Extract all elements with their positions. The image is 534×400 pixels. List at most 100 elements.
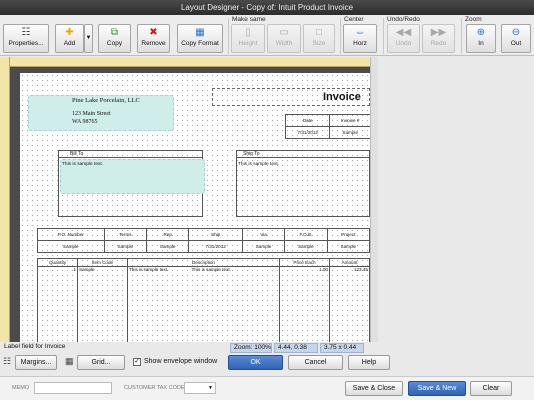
table-row: 1 Sample This is sample text. This is sa… xyxy=(37,266,370,342)
form-footer: MEMO CUSTOMER TAX CODE ▼ Save & Close Sa… xyxy=(0,376,534,400)
margins-icon: ☷ xyxy=(3,356,12,366)
toolbar-separator xyxy=(383,18,384,54)
selection-size: 3.75 x 0.44 xyxy=(320,343,364,353)
properties-button[interactable]: ☷ Properties... xyxy=(3,24,49,53)
date-invoice-table: Date Invoice # 7/31/2012 Sample xyxy=(284,114,370,139)
table-header-cell: F.O.B. xyxy=(284,228,328,241)
table-header-cell: Project xyxy=(326,228,370,241)
undo-redo-group-label: Undo/Redo xyxy=(387,16,420,23)
add-label: Add xyxy=(63,40,76,47)
add-button[interactable]: ✚ Add xyxy=(55,24,84,53)
company-name: Pine Lake Porcelain, LLC xyxy=(72,97,140,104)
side-panel xyxy=(378,57,534,342)
date-value: 7/31/2012 xyxy=(284,126,331,139)
cursor-position: 4.44, 0.38 xyxy=(274,343,318,353)
make-same-width-button[interactable]: ▭ Width xyxy=(267,24,301,53)
chevron-down-icon: ▼ xyxy=(208,385,213,391)
zoom-out-button[interactable]: ⊖ Out xyxy=(501,24,531,53)
table-header-cell: Quantity xyxy=(37,258,78,267)
description-text-secondary: This is sample text. xyxy=(191,267,231,272)
properties-icon: ☷ xyxy=(21,27,31,38)
grid-icon: ▦ xyxy=(65,356,74,366)
envelope-checkbox[interactable]: ✓ xyxy=(133,358,141,366)
copy-format-button[interactable]: ▦ Copy Format xyxy=(177,24,223,53)
height-label: Height xyxy=(238,40,258,47)
dialog-buttons: ☷ Margins... ▦ Grid... ✓ Show envelope w… xyxy=(0,353,534,375)
company-city: WA 98765 xyxy=(72,119,98,125)
vertical-ruler xyxy=(0,57,10,342)
copy-format-icon: ▦ xyxy=(195,27,205,38)
table-header-cell: Item Code xyxy=(77,258,128,267)
help-button[interactable]: Help xyxy=(348,355,390,370)
table-header-cell: Price Each xyxy=(279,258,330,267)
memo-input[interactable] xyxy=(34,382,112,394)
add-dropdown-button[interactable]: ▼ xyxy=(84,24,93,53)
order-info-value-row: Sample Sample Sample 7/31/2012 Sample Sa… xyxy=(37,240,370,253)
zoom-in-button[interactable]: ⊕ In xyxy=(466,24,496,53)
undo-button[interactable]: ◀◀ Undo xyxy=(387,24,420,53)
copy-icon: ⧉ xyxy=(110,27,119,38)
undo-label: Undo xyxy=(395,40,412,47)
copy-button[interactable]: ⧉ Copy xyxy=(98,24,131,53)
table-header-cell: Amount xyxy=(329,258,370,267)
make-same-size-button[interactable]: □ Size xyxy=(303,24,335,53)
ship-to-box[interactable] xyxy=(236,150,370,217)
status-field-label: Label field for Invoice xyxy=(4,343,66,350)
memo-label: MEMO xyxy=(12,385,30,391)
table-cell: Sample xyxy=(103,240,148,253)
table-header-cell: Terms xyxy=(103,228,148,241)
save-new-button[interactable]: Save & New xyxy=(408,381,466,396)
margins-button[interactable]: Margins... xyxy=(15,355,57,370)
grid-button[interactable]: Grid... xyxy=(77,355,125,370)
layout-canvas[interactable]: Pine Lake Porcelain, LLC 123 Main Street… xyxy=(10,67,370,342)
line-items-table: Quantity Item Code Description Price Eac… xyxy=(37,258,370,342)
center-group-label: Center xyxy=(344,16,364,23)
make-same-height-button[interactable]: ▯ Height xyxy=(231,24,265,53)
line-items-header-row: Quantity Item Code Description Price Eac… xyxy=(37,258,370,267)
zoom-level: Zoom: 100% xyxy=(230,343,272,353)
redo-icon: ▶▶ xyxy=(430,27,447,38)
horz-label: Horz xyxy=(353,40,367,47)
table-cell: Sample xyxy=(77,266,128,342)
save-close-button[interactable]: Save & Close xyxy=(345,381,403,396)
order-info-table: P.O. Number Terms Rep Ship Via F.O.B. Pr… xyxy=(37,228,370,253)
toolbar-separator xyxy=(340,18,341,54)
add-icon: ✚ xyxy=(65,27,74,38)
invoice-number-header: Invoice # xyxy=(329,114,370,127)
zoom-group-label: Zoom xyxy=(465,16,482,23)
table-cell: 7/31/2012 xyxy=(188,240,243,253)
toolbar-separator xyxy=(461,18,462,54)
table-header-cell: Description xyxy=(127,258,280,267)
width-label: Width xyxy=(275,40,293,47)
width-icon: ▭ xyxy=(279,27,289,38)
description-text: This is sample text. xyxy=(129,267,169,272)
cancel-button[interactable]: Cancel xyxy=(288,355,343,370)
properties-label: Properties... xyxy=(8,40,44,47)
date-header: Date xyxy=(284,114,331,127)
customer-tax-code-select[interactable]: ▼ xyxy=(184,382,216,394)
zoom-out-label: Out xyxy=(510,40,522,47)
redo-button[interactable]: ▶▶ Redo xyxy=(422,24,455,53)
remove-button[interactable]: ✖ Remove xyxy=(137,24,170,53)
toolbar: ☷ Properties... ✚ Add ▼ ⧉ Copy ✖ Remove … xyxy=(0,15,534,56)
table-header-cell: Ship xyxy=(188,228,243,241)
remove-label: Remove xyxy=(141,40,166,47)
ok-button[interactable]: OK xyxy=(228,355,283,370)
zoom-out-icon: ⊖ xyxy=(511,27,521,38)
copy-label: Copy xyxy=(106,40,123,47)
clear-button[interactable]: Clear xyxy=(470,381,512,396)
vertical-scrollbar[interactable] xyxy=(370,57,378,342)
status-bar: Label field for Invoice Zoom: 100% 4.44,… xyxy=(0,342,534,353)
table-cell: 123.45 xyxy=(329,266,370,342)
center-horz-icon: ⇔ xyxy=(355,27,365,38)
make-same-group-label: Make same xyxy=(232,16,266,23)
table-cell: Sample xyxy=(146,240,190,253)
table-cell: 1.00 xyxy=(279,266,330,342)
table-cell: Sample xyxy=(241,240,286,253)
envelope-label: Show envelope window xyxy=(144,358,218,365)
center-horz-button[interactable]: ⇔ Horz xyxy=(343,24,377,53)
height-icon: ▯ xyxy=(245,27,251,38)
redo-label: Redo xyxy=(430,40,447,47)
table-cell: Sample xyxy=(37,240,105,253)
size-icon: □ xyxy=(315,27,323,38)
